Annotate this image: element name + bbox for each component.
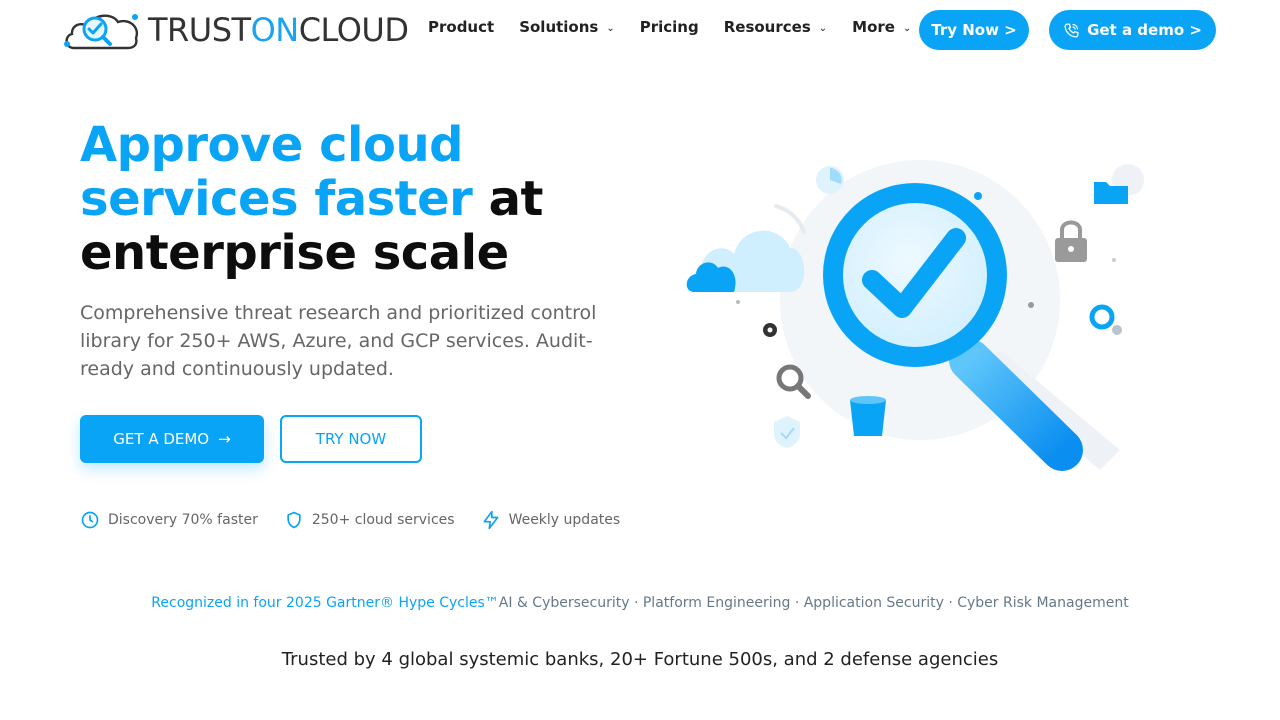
feature-discovery: Discovery 70% faster — [80, 510, 258, 530]
hero-title-highlight: Approve cloud services faster — [80, 117, 473, 227]
chevron-down-icon: ⌄ — [818, 22, 828, 34]
pie-chart-icon — [816, 166, 844, 194]
gartner-highlight: Recognized in four 2025 Gartner® Hype Cy… — [151, 595, 499, 611]
folder-icon — [1094, 164, 1144, 204]
cloud-icon — [686, 230, 805, 292]
shield-check-icon — [774, 416, 800, 448]
lock-icon — [1055, 220, 1087, 262]
get-a-demo-button[interactable]: GET A DEMO → — [80, 415, 264, 463]
hero-illustration — [686, 160, 1144, 471]
signal-icon — [774, 204, 806, 234]
feature-updates: Weekly updates — [481, 510, 620, 530]
chevron-down-icon: ⌄ — [606, 22, 615, 34]
nav-item-resources[interactable]: Resources ⌄ — [724, 18, 827, 36]
try-now-button[interactable]: Try Now > — [919, 10, 1029, 50]
trust-statement: Trusted by 4 global systemic banks, 20+ … — [281, 649, 999, 670]
hero-title: Approve cloud services faster at enterpr… — [80, 118, 640, 280]
cloud-check-logo-icon — [64, 14, 139, 50]
phone-icon — [1064, 22, 1079, 38]
get-demo-button[interactable]: Get a demo > — [1049, 10, 1216, 50]
bucket-icon — [850, 396, 886, 436]
chevron-down-icon: ⌄ — [902, 22, 912, 34]
feature-services: 250+ cloud services — [284, 510, 455, 530]
nav-item-product[interactable]: Product — [428, 18, 494, 36]
gear-icon — [763, 323, 777, 337]
lightning-icon — [483, 510, 499, 530]
nav-item-more[interactable]: More ⌄ — [852, 18, 911, 36]
nav-item-pricing[interactable]: Pricing — [640, 18, 699, 36]
top-navigation: TRUSTONCLOUD Product Solutions ⌄ Pricing … — [0, 0, 1280, 60]
shield-icon — [287, 511, 301, 529]
hero-subtitle: Comprehensive threat research and priori… — [80, 302, 597, 380]
arrow-right-icon: → — [218, 430, 231, 448]
clock-icon — [81, 511, 99, 529]
feature-list: Discovery 70% faster 250+ cloud services… — [80, 510, 646, 530]
nav-item-solutions[interactable]: Solutions ⌄ — [519, 18, 615, 36]
brand-logo[interactable]: TRUSTONCLOUD — [62, 8, 409, 52]
recognition-line: Recognized in four 2025 Gartner® Hype Cy… — [0, 595, 1280, 611]
try-now-cta-button[interactable]: TRY NOW — [280, 415, 422, 463]
recognition-areas: AI & Cybersecurity · Platform Engineerin… — [498, 595, 1129, 611]
nav-links: Product Solutions ⌄ Pricing Resources ⌄ Mo… — [428, 18, 936, 36]
brand-wordmark: TRUSTONCLOUD — [148, 11, 409, 49]
